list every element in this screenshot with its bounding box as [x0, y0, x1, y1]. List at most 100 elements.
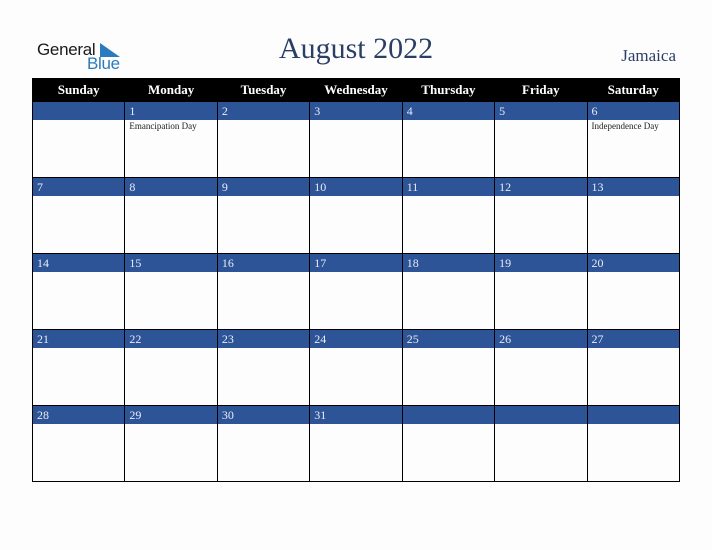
day-number: 9 — [217, 178, 310, 196]
holiday-label — [33, 120, 124, 121]
day-cell[interactable]: 4 — [401, 101, 496, 178]
day-number: 10 — [310, 178, 402, 196]
holiday-label — [403, 272, 494, 273]
weekday-header: Thursday — [401, 78, 496, 102]
day-cell[interactable]: 29 — [124, 405, 218, 482]
holiday-label — [218, 348, 309, 349]
day-number: 29 — [125, 406, 217, 424]
day-number: 17 — [310, 254, 402, 272]
holiday-label — [403, 196, 494, 197]
day-cell[interactable]: 17 — [309, 253, 403, 330]
holiday-label — [310, 196, 401, 197]
day-number: 23 — [217, 330, 310, 348]
weekday-header: Sunday — [31, 78, 126, 102]
holiday-label — [33, 196, 124, 197]
weekday-header: Saturday — [586, 78, 681, 102]
holiday-label — [588, 424, 679, 425]
day-number: 24 — [310, 330, 402, 348]
holiday-label — [588, 348, 679, 349]
day-cell[interactable]: 12 — [494, 177, 588, 254]
weekday-header: Friday — [494, 78, 588, 102]
day-cell[interactable]: 22 — [124, 329, 218, 406]
page-title: August 2022 — [278, 32, 434, 65]
day-number: 26 — [495, 330, 587, 348]
day-cell[interactable]: 14 — [31, 253, 126, 330]
day-number: 13 — [587, 178, 679, 196]
calendar-grid: Sunday Monday Tuesday Wednesday Thursday… — [31, 78, 681, 482]
day-cell[interactable]: 1 Emancipation Day — [124, 101, 218, 178]
day-cell[interactable]: 26 — [494, 329, 588, 406]
day-number: 30 — [217, 406, 310, 424]
day-cell[interactable]: 3 — [309, 101, 403, 178]
week-row: 21 22 23 24 25 26 27 — [31, 329, 681, 406]
day-cell[interactable]: 31 — [309, 405, 403, 482]
day-cell[interactable]: 7 — [31, 177, 126, 254]
holiday-label — [310, 272, 401, 273]
day-number: 2 — [217, 102, 310, 120]
day-cell[interactable]: 9 — [216, 177, 311, 254]
day-cell[interactable]: 10 — [309, 177, 403, 254]
holiday-label — [125, 196, 216, 197]
day-cell[interactable]: 19 — [494, 253, 588, 330]
holiday-label — [495, 196, 586, 197]
holiday-label — [495, 424, 586, 425]
weekday-header: Wednesday — [309, 78, 403, 102]
day-number: 4 — [402, 102, 495, 120]
day-cell[interactable]: 2 — [216, 101, 311, 178]
day-cell[interactable] — [494, 405, 588, 482]
holiday-label — [310, 424, 401, 425]
day-cell[interactable]: 20 — [586, 253, 681, 330]
weekday-header: Monday — [124, 78, 218, 102]
day-cell[interactable]: 13 — [586, 177, 681, 254]
holiday-label — [218, 272, 309, 273]
holiday-label — [33, 348, 124, 349]
day-number: 19 — [495, 254, 587, 272]
country-label: Jamaica — [621, 46, 676, 65]
holiday-label — [495, 272, 586, 273]
day-cell[interactable]: 15 — [124, 253, 218, 330]
holiday-label — [33, 272, 124, 273]
day-number: 8 — [125, 178, 217, 196]
day-number: 5 — [495, 102, 587, 120]
day-cell[interactable]: 28 — [31, 405, 126, 482]
day-cell[interactable]: 27 — [586, 329, 681, 406]
holiday-label — [218, 196, 309, 197]
day-number — [587, 406, 679, 424]
day-number — [402, 406, 495, 424]
day-cell[interactable]: 24 — [309, 329, 403, 406]
day-cell[interactable] — [31, 101, 126, 178]
day-number: 25 — [402, 330, 495, 348]
day-cell[interactable]: 6 Independence Day — [586, 101, 681, 178]
holiday-label — [125, 272, 216, 273]
day-cell[interactable]: 8 — [124, 177, 218, 254]
day-cell[interactable]: 30 — [216, 405, 311, 482]
day-number: 7 — [33, 178, 125, 196]
day-cell[interactable]: 18 — [401, 253, 496, 330]
holiday-label — [218, 424, 309, 425]
day-number — [33, 102, 125, 120]
day-cell[interactable]: 5 — [494, 101, 588, 178]
day-cell[interactable]: 23 — [216, 329, 311, 406]
day-number: 12 — [495, 178, 587, 196]
day-number: 22 — [125, 330, 217, 348]
week-row: 7 8 9 10 11 12 13 — [31, 177, 681, 254]
day-cell[interactable]: 25 — [401, 329, 496, 406]
day-cell[interactable]: 11 — [401, 177, 496, 254]
week-row: 1 Emancipation Day 2 3 4 5 6 Independence Day — [31, 101, 681, 178]
holiday-label — [33, 424, 124, 425]
day-cell[interactable] — [586, 405, 681, 482]
day-number: 1 — [125, 102, 217, 120]
day-cell[interactable]: 21 — [31, 329, 126, 406]
day-number: 11 — [402, 178, 495, 196]
day-number: 20 — [587, 254, 679, 272]
day-number: 16 — [217, 254, 310, 272]
day-cell[interactable]: 16 — [216, 253, 311, 330]
day-cell[interactable] — [401, 405, 496, 482]
day-number — [495, 406, 587, 424]
holiday-label: Independence Day — [591, 121, 659, 131]
day-number: 27 — [587, 330, 679, 348]
holiday-label — [403, 424, 494, 425]
holiday-label — [218, 120, 309, 121]
day-number: 28 — [33, 406, 125, 424]
holiday-label — [310, 348, 401, 349]
